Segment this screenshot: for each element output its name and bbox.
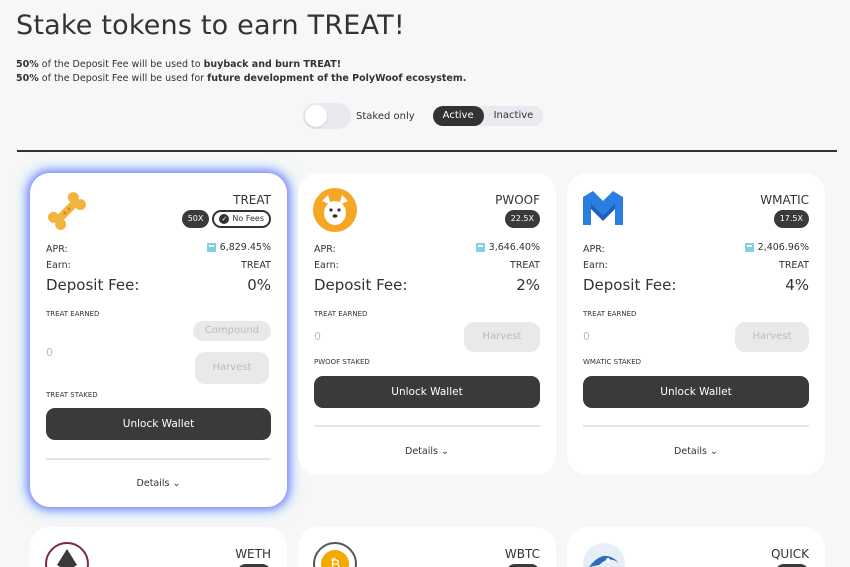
pool-name: WETH — [235, 547, 271, 561]
harvest-button[interactable]: Harvest — [735, 322, 809, 352]
check-icon: ✓ — [219, 214, 230, 224]
multiplier-badge: 50X — [181, 210, 210, 228]
staked-label: WMATIC STAKED — [583, 358, 642, 366]
farm-card-quick: QUICK — [567, 527, 825, 567]
details-toggle[interactable]: Details ⌄ — [30, 478, 287, 489]
calculator-icon[interactable] — [206, 243, 216, 252]
farm-filter-controls: Staked only Active Inactive — [303, 102, 544, 130]
earned-label: TREAT EARNED — [583, 310, 637, 318]
multiplier-badge: 22.5X — [504, 210, 540, 228]
pool-name: TREAT — [233, 193, 271, 207]
card-divider — [583, 425, 809, 427]
pool-name: WBTC — [504, 547, 540, 561]
details-toggle[interactable]: Details ⌄ — [298, 446, 556, 457]
btc-icon: ₿ — [313, 542, 357, 567]
section-divider — [17, 150, 837, 152]
pool-badges: 17.5X — [773, 210, 809, 228]
fee-line-burn: 50% of the Deposit Fee will be used to b… — [16, 59, 342, 70]
card-divider — [314, 425, 540, 427]
pool-badges: 22.5X — [504, 210, 540, 228]
farm-card-wmatic: WMATIC 17.5X APR: 2,406.96% Earn: TREAT … — [567, 173, 825, 475]
unlock-wallet-button[interactable]: Unlock Wallet — [583, 376, 809, 408]
fee-description: 50% of the Deposit Fee will be used to b… — [16, 58, 466, 86]
earn-row: Earn: TREAT — [583, 260, 809, 271]
staked-only-toggle[interactable] — [303, 103, 351, 129]
earn-label: Earn: — [314, 260, 339, 271]
active-inactive-switch: Active Inactive — [432, 106, 544, 126]
quick-icon — [583, 543, 625, 567]
card-divider — [46, 458, 271, 460]
deposit-fee-value: 2% — [516, 276, 540, 294]
pool-name: WMATIC — [760, 193, 809, 207]
deposit-fee-label: Deposit Fee: — [314, 276, 408, 294]
calculator-icon[interactable] — [475, 243, 485, 252]
toggle-knob — [305, 105, 327, 127]
earn-value: TREAT — [779, 260, 809, 271]
harvest-button[interactable]: Harvest — [195, 352, 269, 384]
bone-icon — [48, 192, 86, 230]
farm-card-treat: TREAT 50X ✓ No Fees APR: 6,829.45% Earn: … — [30, 173, 287, 507]
farm-card-weth: WETH — [30, 527, 287, 567]
chevron-down-icon: ⌄ — [710, 446, 718, 457]
earned-label: TREAT EARNED — [314, 310, 368, 318]
staked-label: PWOOF STAKED — [314, 358, 370, 366]
tab-inactive[interactable]: Inactive — [484, 106, 544, 126]
pool-badges: 50X ✓ No Fees — [181, 210, 271, 228]
apr-value: 2,406.96% — [757, 242, 809, 253]
staked-label: TREAT STAKED — [46, 391, 98, 399]
earn-row: Earn: TREAT — [46, 260, 271, 271]
unlock-wallet-button[interactable]: Unlock Wallet — [46, 408, 271, 440]
deposit-fee-row: Deposit Fee: 2% — [314, 276, 540, 294]
apr-row: APR: 3,646.40% — [314, 242, 540, 255]
apr-row: APR: 6,829.45% — [46, 242, 271, 255]
farm-card-pwoof: PWOOF 22.5X APR: 3,646.40% Earn: TREAT D… — [298, 173, 556, 475]
earn-row: Earn: TREAT — [314, 260, 540, 271]
staked-only-label: Staked only — [356, 110, 415, 122]
details-label: Details — [405, 446, 438, 457]
details-toggle[interactable]: Details ⌄ — [567, 446, 825, 457]
earn-value: TREAT — [510, 260, 540, 271]
chevron-down-icon: ⌄ — [441, 446, 449, 457]
deposit-fee-label: Deposit Fee: — [583, 276, 677, 294]
earned-value: 0 — [314, 330, 321, 343]
pool-name: QUICK — [770, 547, 809, 561]
eth-icon — [45, 542, 89, 567]
pool-name: PWOOF — [495, 193, 540, 207]
deposit-fee-value: 0% — [247, 276, 271, 294]
details-label: Details — [136, 478, 170, 489]
earn-value: TREAT — [241, 260, 271, 271]
apr-label: APR: — [46, 244, 68, 255]
farm-card-wbtc: ₿ WBTC — [298, 527, 556, 567]
no-fees-badge: ✓ No Fees — [212, 210, 271, 228]
page-title: Stake tokens to earn TREAT! — [16, 10, 405, 41]
deposit-fee-row: Deposit Fee: 0% — [46, 276, 271, 294]
earned-label: TREAT EARNED — [46, 310, 100, 318]
deposit-fee-value: 4% — [785, 276, 809, 294]
harvest-button[interactable]: Harvest — [464, 322, 540, 352]
calculator-icon[interactable] — [744, 243, 754, 252]
details-label: Details — [674, 446, 707, 457]
no-fees-label: No Fees — [232, 214, 264, 223]
svg-text:₿: ₿ — [330, 557, 340, 567]
unlock-wallet-button[interactable]: Unlock Wallet — [314, 376, 540, 408]
deposit-fee-row: Deposit Fee: 4% — [583, 276, 809, 294]
compound-button[interactable]: Compound — [193, 321, 271, 341]
apr-label: APR: — [314, 244, 336, 255]
matic-icon — [583, 191, 623, 225]
earned-value: 0 — [46, 346, 53, 359]
earn-label: Earn: — [46, 260, 71, 271]
tab-active[interactable]: Active — [432, 106, 484, 126]
dog-icon — [313, 188, 357, 232]
apr-value: 6,829.45% — [219, 242, 271, 253]
earn-label: Earn: — [583, 260, 608, 271]
apr-row: APR: 2,406.96% — [583, 242, 809, 255]
deposit-fee-label: Deposit Fee: — [46, 276, 140, 294]
multiplier-badge: 17.5X — [773, 210, 809, 228]
apr-label: APR: — [583, 244, 605, 255]
chevron-down-icon: ⌄ — [172, 478, 181, 489]
fee-line-development: 50% of the Deposit Fee will be used for … — [16, 73, 467, 84]
earned-value: 0 — [583, 330, 590, 343]
apr-value: 3,646.40% — [488, 242, 540, 253]
